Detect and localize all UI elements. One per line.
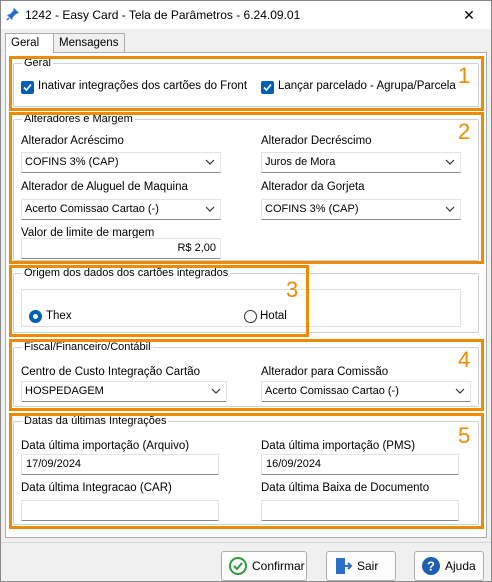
highlight-number-4: 4 (458, 347, 471, 372)
inativar-integracoes-checkbox[interactable] (21, 81, 34, 94)
data-baixa-input[interactable] (261, 500, 459, 521)
group-datas-title: Datas da últimas Integrações (22, 415, 169, 427)
group-fiscal-title: Fiscal/Financeiro/Contábil (22, 341, 153, 353)
alterador-acrescimo-select[interactable]: COFINS 3% (CAP) (21, 152, 221, 173)
alterador-decrescimo-value: Juros de Mora (265, 156, 336, 168)
window-title: 1242 - Easy Card - Tela de Parâmetros - … (25, 8, 301, 22)
highlight-number-3: 3 (286, 277, 299, 302)
thex-radio[interactable] (29, 310, 42, 323)
chevron-down-icon (445, 206, 455, 212)
inativar-integracoes-label: Inativar integrações dos cartões do Fron… (38, 80, 248, 92)
chevron-down-icon (205, 206, 215, 212)
lancar-parcelado-checkbox[interactable] (261, 81, 274, 94)
alterador-decrescimo-label: Alterador Decréscimo (261, 135, 372, 147)
alterador-acrescimo-value: COFINS 3% (CAP) (25, 156, 119, 168)
highlight-number-1: 1 (458, 63, 471, 88)
data-baixa-label: Data última Baixa de Documento (261, 482, 430, 494)
alterador-comissao-label: Alterador para Comissão (261, 366, 389, 378)
alterador-gorjeta-label: Alterador da Gorjeta (261, 181, 365, 193)
check-circle-icon (229, 557, 247, 575)
data-car-input[interactable] (21, 500, 219, 521)
alterador-aluguel-label: Alterador de Aluguel de Maquina (21, 181, 188, 193)
chevron-down-icon (455, 388, 465, 394)
group-origem-title: Origem dos dados dos cartões integrados (22, 267, 231, 279)
highlight-number-2: 2 (458, 119, 471, 144)
centro-custo-label: Centro de Custo Integração Cartão (21, 366, 200, 378)
sair-label: Sair (357, 559, 379, 573)
alterador-aluguel-value: Acerto Comissao Cartao (-) (25, 203, 159, 215)
data-pms-label: Data última importação (PMS) (261, 440, 416, 452)
alterador-acrescimo-label: Alterador Acréscimo (21, 135, 124, 147)
group-geral-title: Geral (22, 57, 53, 69)
chevron-down-icon (445, 159, 455, 165)
data-car-label: Data última Integracao (CAR) (21, 482, 172, 494)
chevron-down-icon (205, 159, 215, 165)
highlight-number-5: 5 (458, 423, 471, 448)
close-button[interactable]: ✕ (455, 5, 483, 25)
chevron-down-icon (211, 388, 221, 394)
data-arquivo-label: Data última importação (Arquivo) (21, 440, 190, 452)
parameters-window: 1242 - Easy Card - Tela de Parâmetros - … (0, 0, 492, 582)
alterador-gorjeta-value: COFINS 3% (CAP) (265, 203, 359, 215)
centro-custo-value: HOSPEDAGEM (25, 385, 104, 397)
confirmar-label: Confirmar (252, 559, 305, 573)
footer-divider (1, 542, 491, 543)
tab-geral[interactable]: Geral (5, 33, 54, 54)
alterador-comissao-select[interactable]: Acerto Comissao Cartao (-) (261, 381, 471, 402)
limite-margem-input[interactable]: R$ 2,00 (21, 238, 221, 259)
app-pin-icon (6, 8, 19, 21)
help-icon: ? (422, 557, 440, 575)
alterador-gorjeta-select[interactable]: COFINS 3% (CAP) (261, 199, 461, 220)
thex-label: Thex (46, 310, 72, 322)
tab-mensagens[interactable]: Mensagens (53, 33, 125, 53)
sair-button[interactable]: Sair (326, 551, 396, 581)
ajuda-label: Ajuda (445, 559, 476, 573)
centro-custo-select[interactable]: HOSPEDAGEM (21, 381, 227, 402)
origem-inner-panel (21, 289, 461, 327)
hotal-radio[interactable] (244, 310, 257, 323)
checkmark-icon (23, 83, 32, 92)
alterador-aluguel-select[interactable]: Acerto Comissao Cartao (-) (21, 199, 221, 220)
lancar-parcelado-label: Lançar parcelado - Agrupa/Parcela (278, 80, 456, 92)
confirmar-button[interactable]: Confirmar (221, 551, 307, 581)
hotal-label: Hotal (260, 310, 287, 322)
group-alteradores-title: Alteradores e Margem (22, 113, 135, 125)
title-bar: 1242 - Easy Card - Tela de Parâmetros - … (1, 1, 491, 29)
ajuda-button[interactable]: ? Ajuda (414, 551, 484, 581)
exit-door-icon (336, 558, 353, 574)
alterador-comissao-value: Acerto Comissao Cartao (-) (265, 385, 399, 397)
data-arquivo-input[interactable]: 17/09/2024 (21, 454, 219, 475)
alterador-decrescimo-select[interactable]: Juros de Mora (261, 152, 461, 173)
data-pms-input[interactable]: 16/09/2024 (261, 454, 459, 475)
svg-text:?: ? (427, 559, 435, 574)
checkmark-icon (263, 83, 272, 92)
